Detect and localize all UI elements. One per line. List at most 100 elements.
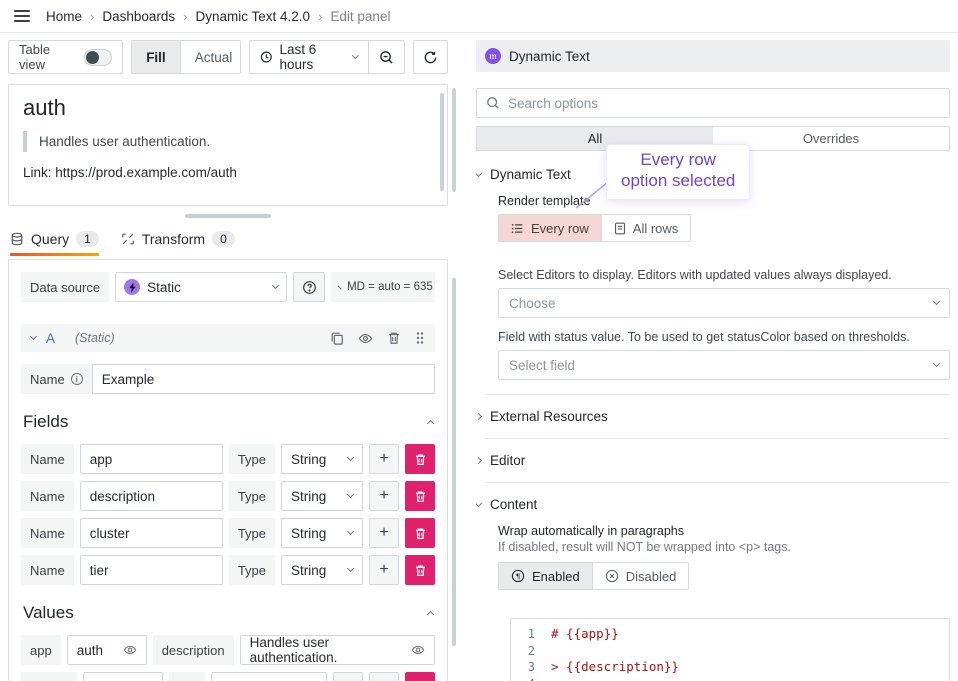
query-a-header[interactable]: A (Static) [21,324,435,352]
status-field-placeholder: Select field [509,358,575,373]
delete-field-button[interactable] [405,481,435,511]
chevron-right-icon [337,285,341,289]
editor-title: Editor [490,453,525,468]
add-value-button[interactable]: + [369,672,399,681]
left-scrollbar[interactable] [452,88,456,192]
trash-icon[interactable] [387,331,401,345]
duplicate-icon[interactable] [330,331,344,345]
document-icon [614,222,626,235]
top-nav: Home › Dashboards › Dynamic Text 4.2.0 ›… [0,0,958,33]
code-line[interactable]: 4 [511,676,949,681]
circle-x-icon [605,569,619,583]
search-input[interactable] [508,96,940,111]
fill-button[interactable]: Fill [132,41,180,73]
pane-resize-handle[interactable] [185,214,271,218]
status-field-select[interactable]: Select field [498,350,950,380]
add-field-button[interactable]: + [369,555,399,585]
copy-row-button[interactable] [333,672,363,681]
query-stats[interactable]: MD = auto = 635 Interval = 30s [331,272,435,302]
code-editor[interactable]: 1# {{app}}2 3> {{description}}4 5{{#if (… [510,618,950,681]
section-editor[interactable]: Editor [476,453,950,468]
section-divider [486,482,950,483]
all-rows-option[interactable]: All rows [601,215,691,241]
field-type-select[interactable]: String [281,518,363,548]
delete-field-button[interactable] [405,444,435,474]
field-name-value: cluster [90,526,130,541]
query-name-input[interactable]: Example [92,364,435,394]
line-number: 4 [511,676,551,681]
field-name-label: Name [21,518,74,548]
delete-value-button[interactable] [405,672,435,681]
table-view-toggle[interactable] [84,49,112,66]
breadcrumb-separator: › [183,9,187,24]
disabled-option[interactable]: Disabled [592,563,689,589]
refresh-icon [423,50,438,65]
value-input[interactable]: Handles user authentication. [240,635,435,665]
chevron-down-icon [352,52,359,59]
datasource-help-button[interactable] [293,272,325,302]
tab-query[interactable]: Query 1 [10,224,99,254]
search-icon [486,96,500,110]
query-stats-text: MD = auto = 635 Interval = 30s [347,281,435,293]
eye-icon[interactable] [123,643,137,657]
add-field-button[interactable]: + [369,518,399,548]
field-name-input[interactable]: tier [80,555,223,585]
clock-icon [260,50,273,64]
breadcrumb-dashboards[interactable]: Dashboards [102,9,175,24]
field-type-select[interactable]: String [281,555,363,585]
delete-field-button[interactable] [405,555,435,585]
zoom-out-button[interactable] [368,41,404,73]
actual-button[interactable]: Actual [180,41,241,73]
editors-hint: Select Editors to display. Editors with … [498,268,950,282]
collapse-up-icon [427,611,434,618]
options-search[interactable] [476,88,950,118]
refresh-button[interactable] [413,40,448,74]
field-type-label: Type [229,481,275,511]
editors-select[interactable]: Choose [498,288,950,318]
delete-field-button[interactable] [405,518,435,548]
field-name-input[interactable]: app [80,444,223,474]
chevron-down-icon [933,298,940,305]
code-line[interactable]: 3> {{description}} [511,659,949,676]
time-range-label: Last 6 hours [279,42,346,72]
drag-handle-icon[interactable] [415,331,425,345]
eye-icon[interactable] [358,331,373,346]
section-external-resources[interactable]: External Resources [476,409,950,424]
preview-scrollbar[interactable] [440,93,444,191]
breadcrumb-home[interactable]: Home [46,9,82,24]
query-actions [330,331,425,346]
time-range-button[interactable]: Last 6 hours [250,41,368,73]
datasource-select[interactable]: Static [115,272,287,302]
annotation-line2: option selected [621,170,735,191]
preview-link-text: Link: https://prod.example.com/auth [23,165,433,180]
values-section-header[interactable]: Values [23,603,433,623]
value-input[interactable]: auth [67,635,147,665]
eye-icon[interactable] [411,643,425,657]
every-row-option[interactable]: Every row [499,215,601,241]
values-title: Values [23,603,74,623]
fields-section-header[interactable]: Fields [23,412,433,432]
left-scrollbar[interactable] [452,278,456,646]
code-line[interactable]: 2 [511,643,949,660]
external-resources-title: External Resources [490,409,608,424]
code-line[interactable]: 1# {{app}} [511,626,949,643]
code-token: # {{app}} [551,626,619,641]
enabled-option[interactable]: ¶ Enabled [499,563,592,589]
annotation-line1: Every row [621,149,735,170]
field-type-select[interactable]: String [281,444,363,474]
value-input[interactable]: prod [83,672,163,681]
chevron-down-icon [347,491,354,498]
field-type-select[interactable]: String [281,481,363,511]
field-name-input[interactable]: description [80,481,223,511]
tab-transform-label: Transform [142,231,205,247]
add-field-button[interactable]: + [369,481,399,511]
menu-icon[interactable] [14,10,30,22]
add-field-button[interactable]: + [369,444,399,474]
tab-transform[interactable]: Transform 0 [121,224,235,254]
breadcrumb-dashboard-name[interactable]: Dynamic Text 4.2.0 [196,9,311,24]
panel-toolbar: Table view Fill Actual Last 6 hours [8,40,448,74]
section-content[interactable]: Content [476,497,950,512]
value-input[interactable]: frontend [211,672,327,681]
dynamic-text-body: Render template Every row All rows Selec… [476,194,950,380]
field-name-input[interactable]: cluster [80,518,223,548]
